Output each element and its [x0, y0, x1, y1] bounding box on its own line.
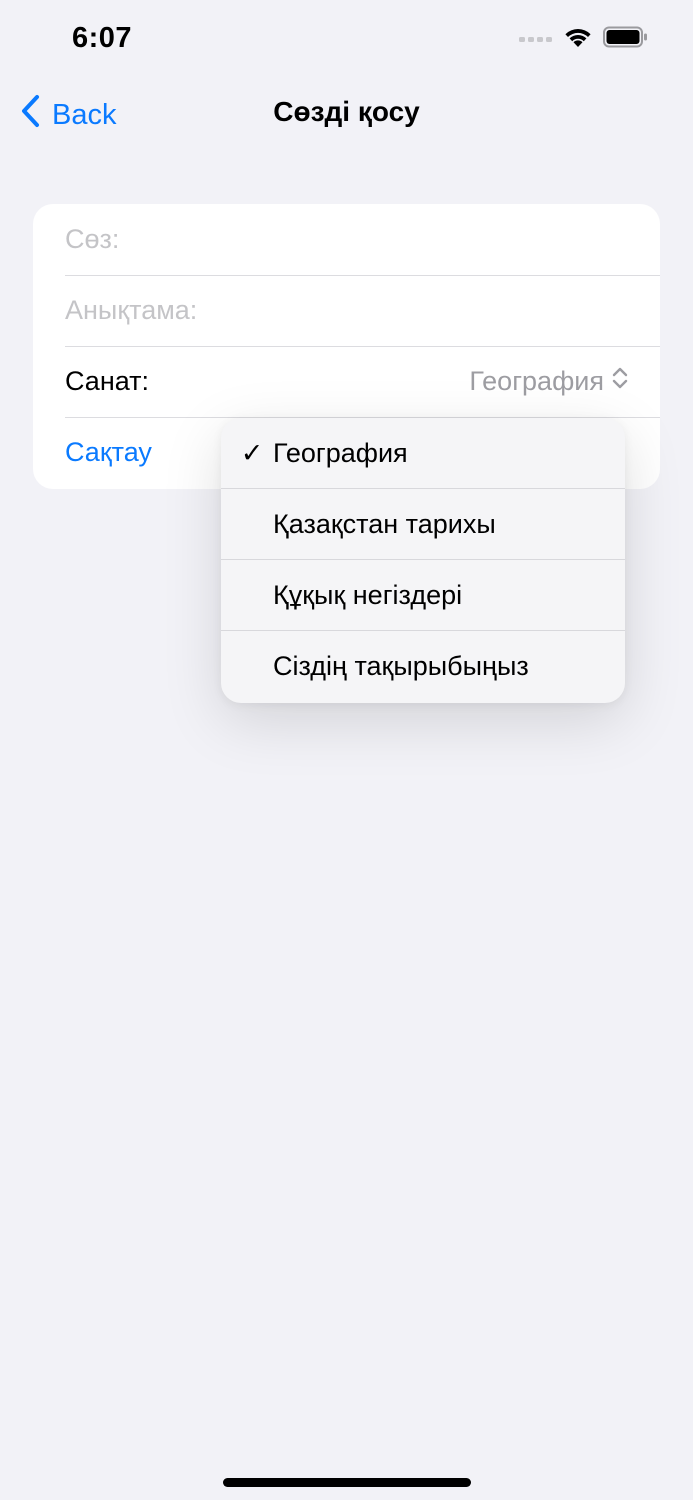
dropdown-option-label: География [273, 438, 408, 468]
category-selected: География [469, 366, 604, 396]
category-picker[interactable]: Санат: География [65, 346, 660, 418]
dropdown-option-geography[interactable]: ✓ География [221, 418, 625, 489]
dropdown-option-your-topic[interactable]: Сіздің тақырыбыңыз [221, 631, 625, 702]
word-placeholder: Сөз: [65, 224, 120, 254]
dropdown-option-kazakhstan-history[interactable]: Қазақстан тарихы [221, 489, 625, 560]
save-button[interactable]: Сақтау [65, 437, 152, 468]
dropdown-option-law-basics[interactable]: Құқық негіздері [221, 560, 625, 631]
category-dropdown-menu: ✓ География Қазақстан тарихы Құқық негіз… [221, 418, 625, 703]
category-value: География [469, 366, 628, 397]
wifi-icon [563, 26, 593, 53]
signal-icon [519, 31, 553, 49]
checkmark-icon: ✓ [240, 438, 264, 468]
word-field[interactable]: Сөз: [65, 204, 660, 276]
definition-field[interactable]: Анықтама: [65, 275, 660, 347]
status-time: 6:07 [72, 22, 133, 54]
navigation-bar: Back Сөзді қосу [0, 80, 693, 144]
battery-icon [603, 26, 649, 53]
dropdown-option-label: Сіздің тақырыбыңыз [273, 651, 529, 681]
definition-placeholder: Анықтама: [65, 295, 198, 325]
dropdown-option-label: Құқық негіздері [273, 580, 463, 610]
page-title: Сөзді қосу [273, 96, 420, 127]
category-label: Санат: [65, 366, 150, 396]
home-indicator [223, 1478, 471, 1487]
status-icons [519, 26, 649, 53]
dropdown-option-label: Қазақстан тарихы [273, 509, 496, 539]
status-bar: 6:07 [0, 0, 693, 80]
chevron-up-down-icon [612, 366, 628, 397]
